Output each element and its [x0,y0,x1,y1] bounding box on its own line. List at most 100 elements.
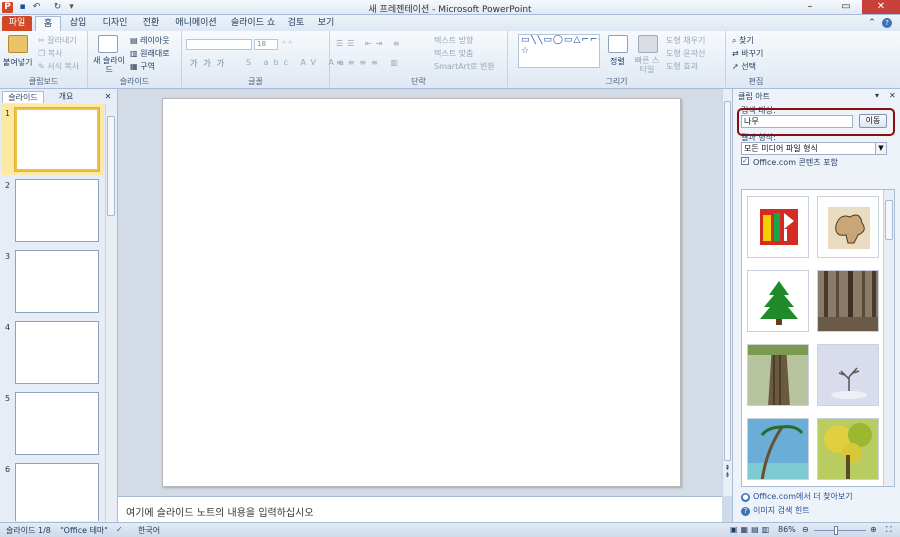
close-button[interactable]: ✕ [862,0,900,14]
grow-shrink-font-icons[interactable]: ᴬᴬ [282,39,295,48]
shape-outline-button[interactable]: 도형 윤곽선 [666,48,705,59]
slides-group-label: 슬라이드 [119,77,150,86]
replace-button[interactable]: ⇄ 바꾸기 [732,48,763,59]
tab-design[interactable]: 디자인 [97,16,133,31]
zoom-level[interactable]: 86% [778,525,796,534]
scrollbar-thumb[interactable] [107,116,115,216]
notes-pane[interactable]: 여기에 슬라이드 노트의 내용을 입력하십시오 [118,496,722,522]
arrange-icon[interactable] [608,35,628,53]
window-title: 새 프레젠테이션 - Microsoft PowerPoint [368,5,532,15]
smartart-button[interactable]: SmartArt로 변환 [434,61,495,72]
paste-button[interactable]: 붙여넣기 [3,57,32,68]
search-hints-link[interactable]: ? 이미지 검색 힌트 [741,505,810,516]
spellcheck-icon[interactable]: ✓ [116,525,123,534]
quick-styles-button[interactable]: 빠른 스타일 [632,56,662,74]
new-slide-icon[interactable] [98,35,118,53]
scrollbar-thumb[interactable] [885,200,893,240]
clip-result-7[interactable] [747,418,809,480]
tab-review[interactable]: 검토 [283,16,309,31]
tab-outline-pane[interactable]: 개요 [48,91,84,103]
copy-button[interactable]: ❐ 복사 [38,48,62,59]
include-office-checkbox[interactable]: ✓ [741,157,749,165]
arrange-button[interactable]: 정렬 [610,56,625,67]
zoom-slider-track[interactable] [814,530,866,531]
cut-button[interactable]: ✂ 잘라내기 [38,35,77,46]
slide-number: 5 [5,394,11,403]
minimize-button[interactable]: – [796,0,824,14]
scrollbar-thumb[interactable] [724,101,731,461]
minimize-ribbon-icon[interactable]: ⌃ [866,16,878,31]
clip-result-1[interactable] [747,196,809,258]
clip-result-8[interactable] [817,418,879,480]
slide-canvas[interactable] [162,98,681,487]
editing-group-label: 편집 [748,77,764,86]
autumn-tree-photo-icon [818,419,878,479]
tab-transitions[interactable]: 전환 [136,16,166,31]
tab-animations[interactable]: 애니메이션 [170,16,222,31]
pane-options-icon[interactable]: ▾ [875,91,879,100]
slide-thumbnail-3[interactable] [15,250,99,313]
palm-beach-photo-icon [748,419,808,479]
ribbon-tabs: 파일 홈 삽입 디자인 전환 애니메이션 슬라이드 쇼 검토 보기 ⌃ ? [0,15,900,31]
slide-scrollbar[interactable]: ⇞ ⇟ [722,89,732,496]
section-button[interactable]: ▦ 구역 [130,61,155,72]
paste-icon[interactable] [8,35,28,53]
prev-next-slide-icons[interactable]: ⇞ ⇟ [723,465,732,479]
clip-art-title: 클립 아트 [738,92,770,101]
theme-name: "Office 테마" [60,526,108,535]
select-button[interactable]: ➚ 선택 [732,61,756,72]
new-slide-button[interactable]: 새 슬라이드 [91,56,127,74]
font-name-combo[interactable] [186,39,252,50]
slide-thumbnail-4[interactable] [15,321,99,384]
go-button[interactable]: 이동 [859,114,887,128]
search-input[interactable]: 나무 [741,115,853,128]
tab-slides-pane[interactable]: 슬라이드 [2,91,44,103]
slide-thumbnail-6[interactable] [15,463,99,521]
slides-pane-scrollbar[interactable] [105,104,116,522]
alignment-icons[interactable]: ≡≡≡≡ ▥ [336,58,403,67]
slide-thumbnail-1[interactable] [15,108,99,171]
close-pane-icon[interactable]: ✕ [889,91,896,100]
align-text-button[interactable]: 텍스트 맞춤 [434,48,473,59]
clip-result-2[interactable] [817,196,879,258]
close-pane-icon[interactable]: ✕ [102,91,114,103]
quick-styles-icon[interactable] [638,35,658,53]
text-direction-button[interactable]: 텍스트 방향 [434,35,473,46]
maximize-button[interactable]: ▭ [832,0,860,14]
shape-effects-button[interactable]: 도형 효과 [666,61,698,72]
copy-icon: ❐ [38,49,48,58]
slide-counter: 슬라이드 1/8 [6,526,51,535]
chevron-down-icon[interactable]: ▼ [875,143,886,154]
layout-button[interactable]: ▤ 레이아웃 [130,35,170,46]
list-indent-icons[interactable]: ☰☰ ⇤⇥ ≡ [336,39,404,48]
tab-home[interactable]: 홈 [35,16,61,31]
zoom-slider-thumb[interactable] [834,526,838,535]
more-on-office-link[interactable]: ● Office.com에서 더 찾아보기 [741,491,853,502]
font-size-combo[interactable]: 18 [254,39,278,50]
clip-result-5[interactable] [747,344,809,406]
slide-thumbnail-5[interactable] [15,392,99,455]
language-indicator[interactable]: 한국어 [138,525,160,536]
clip-result-3[interactable] [747,270,809,332]
tab-insert[interactable]: 삽입 [64,16,92,31]
slide-thumbnail-2[interactable] [15,179,99,242]
fit-to-window-icon[interactable]: ⛶ [886,525,892,535]
reset-button[interactable]: ▥ 원래대로 [130,48,170,59]
tab-view[interactable]: 보기 [313,16,339,31]
tab-file[interactable]: 파일 [2,16,32,31]
status-bar: 슬라이드 1/8 "Office 테마" ✓ 한국어 ▣▦▤▥ 86% ⊖ ⊕ … [0,522,900,537]
view-buttons[interactable]: ▣▦▤▥ [730,525,772,534]
format-painter-button[interactable]: ✎ 서식 복사 [38,61,79,72]
tab-slideshow[interactable]: 슬라이드 쇼 [226,16,280,31]
shapes-gallery[interactable]: ▭╲╲▭◯▭△⌐⌐⇨⇩△╲╲⌒{}☆ [518,34,600,68]
zoom-in-icon[interactable]: ⊕ [870,525,877,534]
zoom-out-icon[interactable]: ⊖ [802,525,809,534]
shape-fill-button[interactable]: 도형 채우기 [666,35,705,46]
clip-result-6[interactable] [817,344,879,406]
clip-result-4[interactable] [817,270,879,332]
bold-italic-underline-icons[interactable]: 가가가 [190,58,230,69]
help-icon[interactable]: ? [880,16,894,31]
find-button[interactable]: ⌕ 찾기 [732,35,754,46]
media-type-select[interactable]: 모든 미디어 파일 형식 ▼ [741,142,887,155]
results-scrollbar[interactable] [883,190,894,486]
